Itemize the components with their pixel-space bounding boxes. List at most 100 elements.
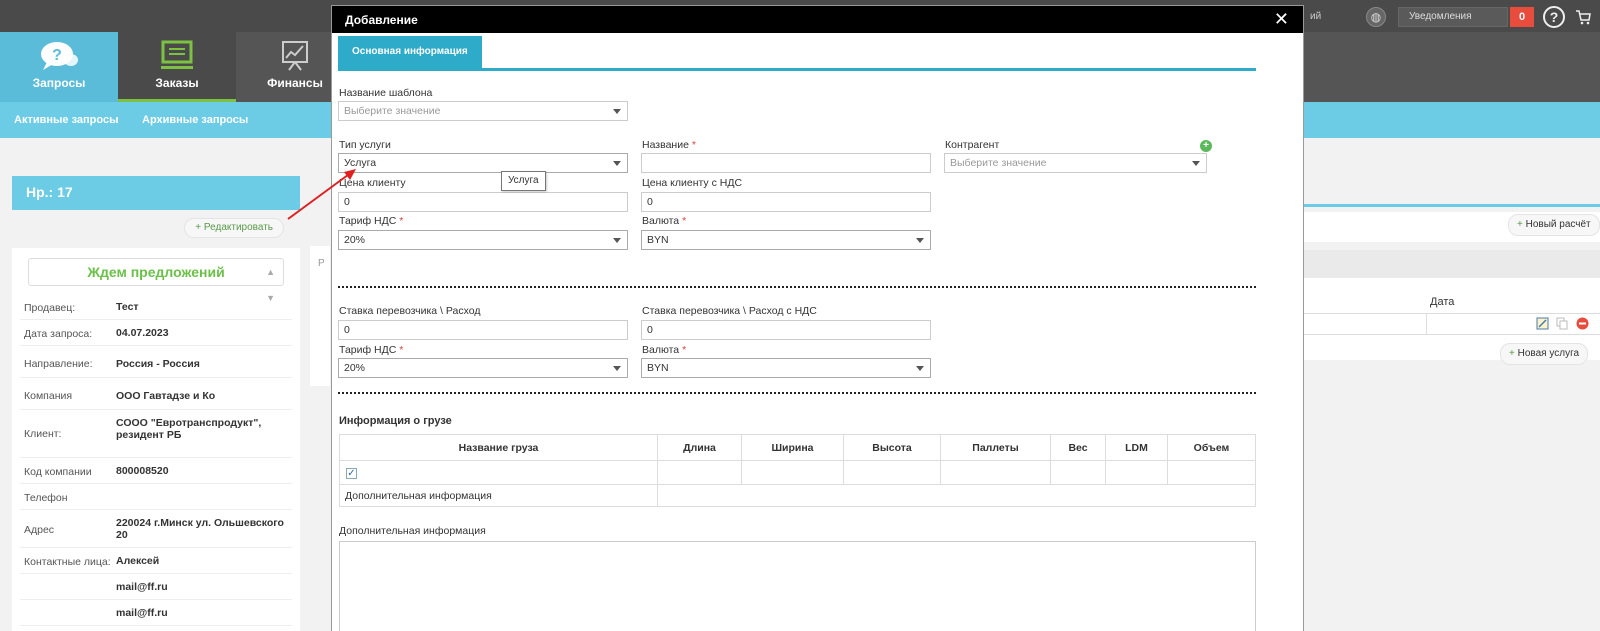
column-header: Объем	[1167, 434, 1256, 461]
edit-button-label: Редактировать	[203, 222, 273, 233]
currency-label: Валюта *	[642, 215, 686, 227]
globe-icon[interactable]: ◍	[1366, 7, 1386, 27]
notifications-button[interactable]: Уведомления	[1398, 7, 1508, 27]
info-value: Россия - Россия	[116, 358, 200, 370]
carrier-rate-input[interactable]: 0	[338, 320, 628, 340]
info-row: Клиент: СООО "Евротранспродукт", резидент…	[20, 410, 292, 458]
info-value: mail@ff.ru	[116, 581, 168, 593]
info-row: Контактные лица: Алексей	[20, 548, 292, 574]
client-price-vat-input[interactable]: 0	[641, 192, 931, 212]
chevron-down-icon	[613, 109, 621, 114]
delete-icon[interactable]	[1576, 317, 1589, 330]
currency-label-text: Валюта	[642, 215, 680, 227]
chevron-down-icon	[613, 238, 621, 243]
cargo-cell[interactable]	[843, 460, 941, 485]
edit-button[interactable]: + Редактировать	[184, 218, 284, 238]
cargo-cell[interactable]	[1167, 460, 1256, 485]
required-marker: *	[682, 344, 687, 356]
dialog-header: Добавление ✕	[332, 6, 1303, 33]
cargo-cell[interactable]	[741, 460, 844, 485]
dialog-title: Добавление	[345, 13, 418, 27]
info-value: Алексей	[116, 555, 160, 567]
close-icon[interactable]: ✕	[1274, 9, 1289, 29]
user-name-fragment[interactable]: ий	[1310, 11, 1321, 22]
info-key: Клиент:	[24, 428, 62, 440]
status-select[interactable]: Ждем предложений ▲ ▼	[28, 258, 284, 303]
checkbox[interactable]: ✓	[346, 467, 357, 479]
additional-info-label: Дополнительная информация	[339, 525, 486, 537]
currency-select-2[interactable]: BYN	[641, 358, 931, 378]
chevron-down-icon	[916, 366, 924, 371]
help-icon[interactable]: ?	[1543, 6, 1565, 28]
question-chat-icon: ?	[41, 42, 78, 70]
add-dialog: Добавление ✕	[331, 5, 1304, 631]
cargo-cell[interactable]	[657, 460, 742, 485]
cargo-table: Название груза Длина Ширина Высота Палле…	[339, 434, 1256, 507]
cargo-cell[interactable]	[1050, 460, 1106, 485]
service-type-tooltip: Услуга	[501, 171, 546, 191]
service-type-select[interactable]: Услуга	[338, 153, 628, 173]
vat-rate-select-2[interactable]: 20%	[338, 358, 628, 378]
table-header-row: Название груза Длина Ширина Высота Палле…	[339, 434, 1256, 461]
subnav-archived-requests[interactable]: Архивные запросы	[142, 114, 248, 126]
currency-select[interactable]: BYN	[641, 230, 931, 250]
nav-item-label: Заказы	[155, 76, 199, 90]
vat-rate-select[interactable]: 20%	[338, 230, 628, 250]
chevron-down-icon	[613, 161, 621, 166]
template-name-select[interactable]: Выберите значение	[338, 101, 628, 121]
info-key: Код компании	[24, 466, 92, 478]
info-key: Продавец:	[24, 302, 76, 314]
edit-icon[interactable]	[1536, 317, 1549, 330]
column-header: Ширина	[741, 434, 844, 461]
info-row: mail@ff.ru	[20, 600, 292, 626]
additional-info-textarea[interactable]	[339, 541, 1256, 631]
date-column-header: Дата	[1430, 296, 1455, 308]
subnav-active-requests[interactable]: Активные запросы	[14, 114, 118, 126]
notifications-count-badge[interactable]: 0	[1510, 7, 1534, 27]
copy-icon[interactable]	[1556, 317, 1569, 330]
extra-info-cell[interactable]	[657, 484, 1256, 507]
info-row: Код компании 800008520	[20, 458, 292, 484]
info-value: 800008520	[116, 465, 169, 477]
info-value: 04.07.2023	[116, 327, 169, 339]
info-row: Адрес 220024 г.Минск ул. Ольшевского 20	[20, 510, 292, 548]
info-key: Дата запроса:	[24, 328, 93, 340]
status-value: Ждем предложений	[87, 264, 225, 280]
info-row: Компания ООО Гавтадзе и Ко	[20, 378, 292, 410]
client-price-input[interactable]: 0	[338, 192, 628, 212]
info-value: Тест	[116, 301, 139, 313]
select-value: Услуга	[344, 157, 377, 169]
vat-rate-label-2: Тариф НДС *	[339, 344, 403, 356]
section-divider	[338, 392, 1256, 394]
client-price-vat-label: Цена клиенту с НДС	[642, 177, 743, 189]
required-marker: *	[682, 215, 687, 227]
nav-item-orders[interactable]: Заказы	[118, 32, 236, 102]
svg-text:?: ?	[52, 47, 62, 64]
tab-main-info[interactable]: Основная информация	[338, 36, 482, 70]
name-input[interactable]	[641, 153, 931, 173]
cart-icon[interactable]	[1574, 8, 1592, 26]
select-value: 20%	[344, 362, 366, 374]
column-header: Длина	[657, 434, 742, 461]
select-value: 20%	[344, 234, 366, 246]
fragment-letter: Р	[318, 258, 325, 269]
info-value: СООО "Евротранспродукт", резидент РБ	[116, 417, 262, 441]
select-placeholder: Выберите значение	[344, 105, 441, 117]
counterparty-select[interactable]: Выберите значение	[944, 153, 1207, 173]
add-counterparty-icon[interactable]: +	[1200, 140, 1212, 152]
name-label-text: Название	[642, 139, 689, 151]
new-service-button[interactable]: + Новая услуга	[1500, 343, 1589, 365]
carrier-rate-vat-input[interactable]: 0	[641, 320, 931, 340]
info-key: Адрес	[24, 524, 55, 536]
cargo-cell[interactable]	[1105, 460, 1168, 485]
new-calculation-button[interactable]: + Новый расчёт	[1508, 214, 1600, 236]
tab-underline	[338, 68, 1256, 71]
row-actions	[1536, 317, 1593, 333]
cargo-cell[interactable]	[940, 460, 1051, 485]
column-divider	[1426, 314, 1427, 334]
nav-item-requests[interactable]: ? Запросы	[0, 32, 118, 102]
new-service-label: Новая услуга	[1517, 348, 1580, 359]
info-value: 220024 г.Минск ул. Ольшевского 20	[116, 517, 284, 541]
required-marker: *	[399, 215, 404, 227]
plus-icon: +	[1509, 348, 1518, 359]
